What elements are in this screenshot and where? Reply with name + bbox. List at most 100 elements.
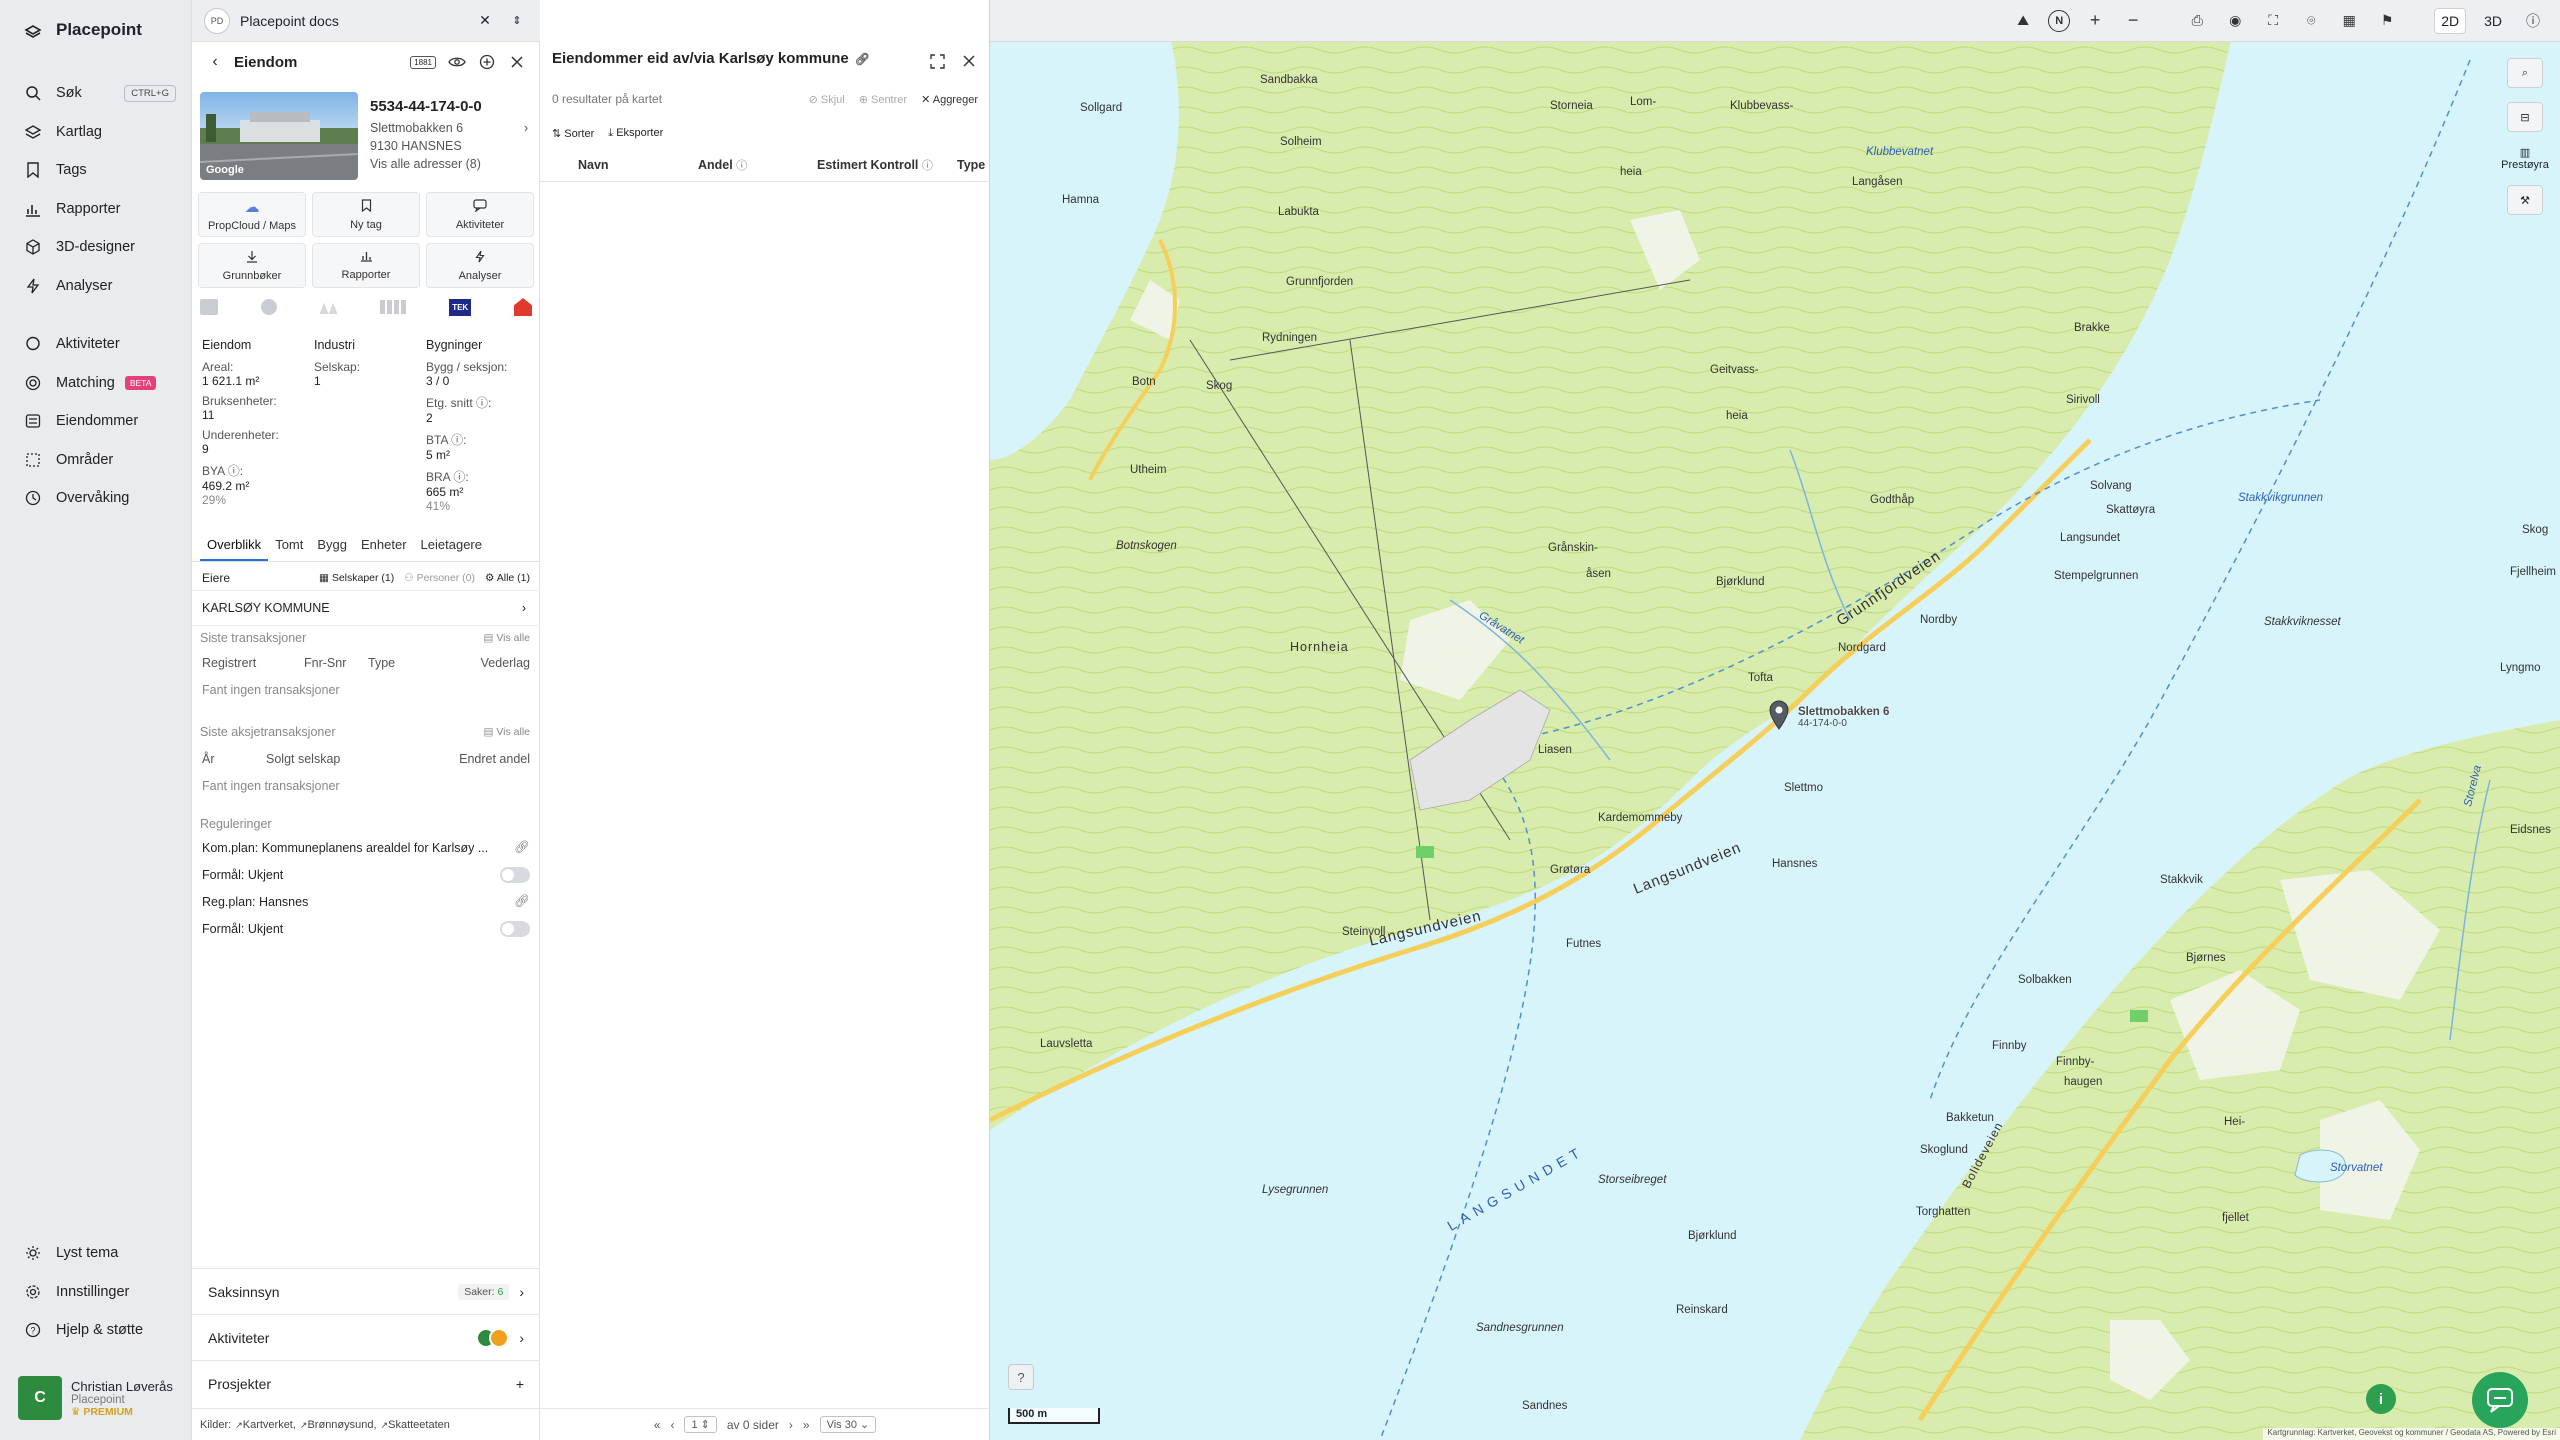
page-input[interactable]: 1 ⇕ [684,1416,717,1433]
col-header-navn[interactable]: Navn [578,158,609,172]
nav-item-innstillinger[interactable]: Innstillinger [0,1273,192,1312]
first-page-icon[interactable]: « [654,1418,661,1432]
compass-icon[interactable]: N [2048,9,2071,32]
tek-badge[interactable]: TEK [449,298,472,316]
nav-item-sok[interactable]: Søk CTRL+G [0,74,192,113]
bookmark-icon[interactable]: ⚑ [2374,8,2400,34]
camera-icon[interactable]: ⌾ [2298,8,2324,34]
nav-item-omrader[interactable]: Områder [0,441,192,480]
plus-icon[interactable]: + [516,1376,524,1392]
user-profile[interactable]: C Christian Løverås Placepoint ♛ PREMIUM [18,1372,188,1424]
show-all-link[interactable]: ▤ Vis alle [483,632,530,644]
close-icon[interactable] [958,50,980,72]
activities-button[interactable]: Aktiviteter [426,192,534,237]
visibility-toggle[interactable] [500,866,530,883]
nav-item-rapporter[interactable]: Rapporter [0,190,192,229]
grunnboker-button[interactable]: Grunnbøker [198,243,306,288]
info-fab-icon[interactable]: i [2366,1384,2396,1414]
filter-all[interactable]: ⚙ Alle (1) [485,572,530,584]
nav-item-eiendommer[interactable]: Eiendommer [0,402,192,441]
address-row[interactable]: Slettmobakken 6 › [370,121,536,135]
prestoyra-tool[interactable]: ▥ Prestøyra [2501,146,2549,171]
col-header-type[interactable]: Type [957,158,985,172]
nav-item-hjelp[interactable]: ? Hjelp & støtte [0,1311,192,1350]
tab-leietagere[interactable]: Leietagere [414,534,489,561]
all-addresses-link[interactable]: Vis alle adresser (8) [370,157,536,171]
new-tag-button[interactable]: Ny tag [312,192,420,237]
close-icon[interactable]: ✕ [474,10,496,32]
col-header-estimert-kontroll[interactable]: Estimert Kontroll ⓘ [817,157,933,173]
grid-icon[interactable]: ▦ [2336,8,2362,34]
street-view-image[interactable]: Google [200,92,358,180]
nav-item-matching[interactable]: Matching BETA [0,364,192,403]
source-bronnoysund[interactable]: ↗Brønnøysund, [300,1419,377,1431]
mode-2d-button[interactable]: 2D [2434,7,2467,34]
mode-3d-button[interactable]: 3D [2478,9,2508,33]
tools-icon[interactable]: ⚒ [2507,185,2543,215]
brand[interactable]: Placepoint [24,20,142,40]
hide-button[interactable]: ⊘ Skjul [809,93,845,106]
layers-3d-icon[interactable]: ⛰ [2010,8,2036,34]
nav-item-kartlag[interactable]: Kartlag [0,113,192,152]
sort-button[interactable]: ⇅ Sorter [552,127,594,140]
col-header-andel[interactable]: Andel ⓘ [698,157,747,173]
plant-badge-icon[interactable] [319,302,338,314]
map-view[interactable]: Sandbakka Storneia Lom- Klubbevass- Soll… [990,0,2560,1440]
zoom-in-icon[interactable]: + [2082,8,2108,34]
center-button[interactable]: ⊕ Sentrer [859,93,907,106]
tab-bygg[interactable]: Bygg [310,534,354,561]
prev-page-icon[interactable]: ‹ [670,1418,674,1432]
back-icon[interactable]: ‹ [204,51,226,73]
nav-item-analyser[interactable]: Analyser [0,267,192,306]
filter-companies[interactable]: ▦ Selskaper (1) [319,572,394,584]
reports-button[interactable]: Rapporter [312,243,420,288]
aggregate-button[interactable]: ✕ Aggreger [921,93,978,106]
visibility-toggle[interactable] [500,920,530,937]
bars-badge-icon[interactable] [380,300,407,314]
show-all-link[interactable]: ▤ Vis alle [483,726,530,738]
docs-tab[interactable]: PD Placepoint docs ✕ ⇕ [192,0,540,42]
eye-icon[interactable]: ◉ [2222,8,2248,34]
tab-overblikk[interactable]: Overblikk [200,534,269,561]
house-badge-icon[interactable] [513,298,532,316]
ruler-icon[interactable]: ⊟ [2507,102,2543,132]
nav-item-tags[interactable]: Tags [0,151,192,190]
info-icon[interactable]: ⓘ [2520,8,2546,34]
propcloud-button[interactable]: ☁ PropCloud / Maps [198,192,306,237]
owner-row[interactable]: KARLSØY KOMMUNE › [192,590,540,626]
close-icon[interactable] [506,51,528,73]
sr-badge-icon[interactable] [200,299,218,315]
1881-badge[interactable]: 1881 [410,55,436,69]
search-layer-icon[interactable]: ⌕ [2507,58,2543,88]
zoom-out-icon[interactable]: − [2120,8,2146,34]
source-skatteetaten[interactable]: ↗Skatteetaten [381,1419,450,1431]
last-page-icon[interactable]: » [803,1418,810,1432]
nav-item-overvaking[interactable]: Overvåking [0,479,192,518]
export-button[interactable]: ⤓ Eksporter [608,127,663,140]
per-page-select[interactable]: Vis 30 ⌄ [819,1416,877,1433]
filter-persons[interactable]: ⚇ Personer (0) [404,572,475,584]
fullscreen-icon[interactable]: ⛶ [2260,8,2286,34]
expand-icon[interactable] [926,50,948,72]
nav-item-aktiviteter[interactable]: Aktiviteter [0,325,192,364]
link-icon[interactable]: 🔗︎ [514,894,530,909]
property-marker[interactable] [1768,700,1790,730]
analyses-button[interactable]: Analyser [426,243,534,288]
prosjekter-accordion[interactable]: Prosjekter + [192,1360,540,1406]
chevron-updown-icon[interactable]: ⇕ [506,10,528,32]
link-icon[interactable]: 🔗︎ [855,52,870,66]
source-kartverket[interactable]: ↗Kartverket, [235,1419,296,1431]
add-circle-icon[interactable] [476,51,498,73]
map-help-button[interactable]: ? [1008,1364,1034,1390]
print-icon[interactable]: ⎙ [2184,8,2210,34]
nav-item-lyst-tema[interactable]: Lyst tema [0,1234,192,1273]
regulation-row[interactable]: Kom.plan: Kommuneplanens arealdel for Ka… [192,834,540,861]
tab-enheter[interactable]: Enheter [354,534,414,561]
regulation-row[interactable]: Reg.plan: Hansnes 🔗︎ [192,888,540,915]
next-page-icon[interactable]: › [789,1418,793,1432]
chat-fab[interactable] [2472,1372,2528,1428]
eye-icon[interactable] [446,51,468,73]
link-icon[interactable]: 🔗︎ [514,840,530,855]
tab-tomt[interactable]: Tomt [268,534,310,561]
saksinnsyn-accordion[interactable]: Saksinnsyn Saker: 6 › [192,1268,540,1314]
